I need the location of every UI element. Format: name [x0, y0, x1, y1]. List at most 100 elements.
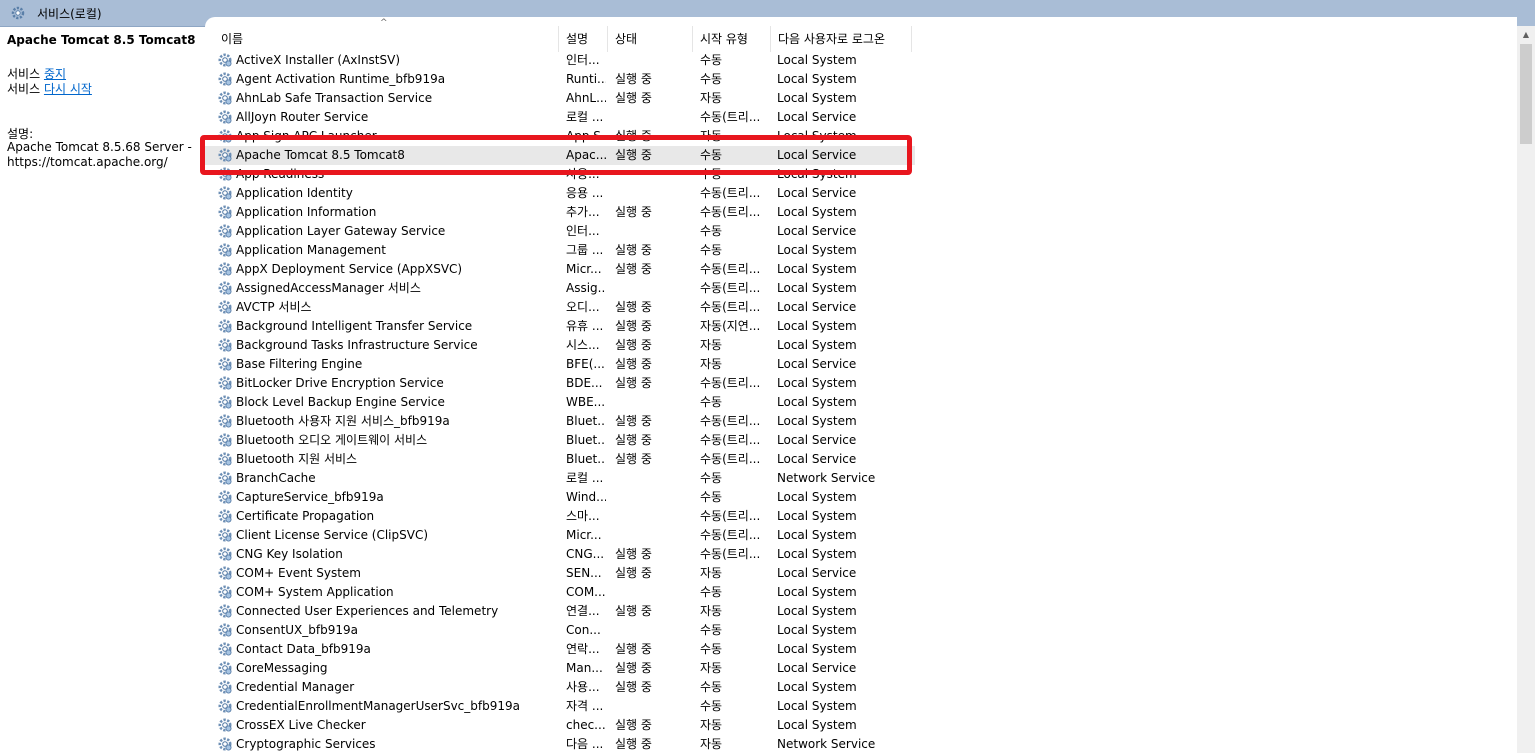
- service-name-cell: ConsentUX_bfb919a: [236, 623, 358, 637]
- table-row[interactable]: CNG Key Isolation CNG... 실행 중 수동(트리... Local…: [205, 545, 915, 564]
- service-logon-cell: Network Service: [777, 737, 876, 751]
- table-row[interactable]: Background Intelligent Transfer Service 유…: [205, 317, 915, 336]
- service-startup-cell: 수동: [700, 72, 723, 86]
- table-row[interactable]: AllJoyn Router Service 로컬 ... 수동(트리... Loca…: [205, 108, 915, 127]
- service-status-cell: [615, 165, 695, 184]
- service-logon-cell: Local System: [777, 585, 857, 599]
- table-row[interactable]: CredentialEnrollmentManagerUserSvc_bfb91…: [205, 697, 915, 716]
- gear-icon: [217, 527, 233, 543]
- table-row[interactable]: App Sign APC Launcher App S... 실행 중 자동 Local…: [205, 127, 915, 146]
- service-status-cell: 실행 중: [615, 148, 652, 162]
- table-row[interactable]: BitLocker Drive Encryption Service BDE...…: [205, 374, 915, 393]
- service-name-cell: Apache Tomcat 8.5 Tomcat8: [236, 148, 405, 162]
- table-row[interactable]: Background Tasks Infrastructure Service 시…: [205, 336, 915, 355]
- service-name-cell: AVCTP 서비스: [236, 300, 312, 314]
- service-status-cell: 실행 중: [615, 642, 652, 656]
- gear-icon: [217, 394, 233, 410]
- table-row[interactable]: AppX Deployment Service (AppXSVC) Micr...…: [205, 260, 915, 279]
- table-row[interactable]: Client License Service (ClipSVC) Micr... 수…: [205, 526, 915, 545]
- service-startup-cell: 수동: [700, 224, 723, 238]
- service-logon-cell: Local System: [777, 395, 857, 409]
- service-logon-cell: Local System: [777, 414, 857, 428]
- restart-service-link[interactable]: 다시 시작: [44, 82, 92, 96]
- service-name-cell: COM+ System Application: [236, 585, 394, 599]
- column-header-startup-type[interactable]: 시작 유형: [693, 26, 771, 52]
- service-status-cell: [615, 507, 695, 526]
- service-logon-cell: Local Service: [777, 186, 857, 200]
- column-header-status[interactable]: 상태: [608, 26, 693, 52]
- service-description-cell: 유휴 ...: [566, 319, 604, 333]
- service-name-cell: Bluetooth 지원 서비스: [236, 452, 358, 466]
- table-row[interactable]: CaptureService_bfb919a Wind... 수동 Local Sys…: [205, 488, 915, 507]
- gear-icon: [217, 603, 233, 619]
- vertical-scrollbar[interactable]: ▲: [1517, 26, 1535, 753]
- table-row[interactable]: COM+ System Application COM... 수동 Local Sys…: [205, 583, 915, 602]
- table-row[interactable]: AssignedAccessManager 서비스 Assig... 수동(트리..…: [205, 279, 915, 298]
- table-row[interactable]: Bluetooth 지원 서비스 Bluet... 실행 중 수동(트리... Loca…: [205, 450, 915, 469]
- gear-icon: [217, 337, 233, 353]
- service-name-cell: Agent Activation Runtime_bfb919a: [236, 72, 446, 86]
- gear-icon: [217, 470, 233, 486]
- service-description-cell: 사용...: [566, 167, 600, 181]
- service-description-cell: 자격 ...: [566, 699, 604, 713]
- table-row[interactable]: Block Level Backup Engine Service WBE... 수…: [205, 393, 915, 412]
- table-row[interactable]: CoreMessaging Man... 실행 중 자동 Local Service: [205, 659, 915, 678]
- service-name-cell: Background Intelligent Transfer Service: [236, 319, 473, 333]
- stop-service-link[interactable]: 중지: [44, 67, 66, 81]
- service-description-cell: 연락...: [566, 642, 600, 656]
- service-description-cell: AhnL...: [566, 91, 606, 105]
- service-description-cell: Con...: [566, 623, 601, 637]
- gear-icon: [217, 318, 233, 334]
- table-row[interactable]: Application Management 그룹 ... 실행 중 수동 Local …: [205, 241, 915, 260]
- table-row[interactable]: Certificate Propagation 스마... 수동(트리... Loca…: [205, 507, 915, 526]
- table-row[interactable]: Apache Tomcat 8.5 Tomcat8 Apac... 실행 중 수동 Lo…: [205, 146, 915, 165]
- service-status-cell: 실행 중: [615, 718, 652, 732]
- service-description-cell: Wind...: [566, 490, 606, 504]
- service-logon-cell: Local Service: [777, 300, 857, 314]
- service-status-cell: [615, 184, 695, 203]
- service-logon-cell: Local Service: [777, 661, 857, 675]
- column-header-logon-as[interactable]: 다음 사용자로 로그온: [771, 26, 912, 52]
- service-name-cell: Certificate Propagation: [236, 509, 375, 523]
- table-row[interactable]: ActiveX Installer (AxInstSV) 인터... 수동 Local…: [205, 51, 915, 70]
- table-row[interactable]: Contact Data_bfb919a 연락... 실행 중 수동 Local Sys…: [205, 640, 915, 659]
- gear-icon: [11, 6, 25, 20]
- table-row[interactable]: BranchCache 로컬 ... 수동 Network Service: [205, 469, 915, 488]
- service-name-cell: Application Identity: [236, 186, 353, 200]
- table-row[interactable]: Agent Activation Runtime_bfb919a Runti...…: [205, 70, 915, 89]
- service-startup-cell: 수동: [700, 642, 723, 656]
- service-logon-cell: Local System: [777, 129, 857, 143]
- scrollbar-thumb[interactable]: [1520, 44, 1532, 144]
- table-row[interactable]: ConsentUX_bfb919a Con... 수동 Local System: [205, 621, 915, 640]
- service-status-cell: [615, 469, 695, 488]
- table-row[interactable]: Application Identity 응용 ... 수동(트리... Local …: [205, 184, 915, 203]
- service-name-cell: Application Information: [236, 205, 377, 219]
- gear-icon: [217, 185, 233, 201]
- table-row[interactable]: AVCTP 서비스 오디... 실행 중 수동(트리... Local Service: [205, 298, 915, 317]
- service-description-cell: App S...: [566, 129, 606, 143]
- gear-icon: [217, 52, 233, 68]
- table-row[interactable]: Credential Manager 사용... 실행 중 수동 Local Syste…: [205, 678, 915, 697]
- gear-icon: [217, 223, 233, 239]
- table-row[interactable]: Application Layer Gateway Service 인터... 수동…: [205, 222, 915, 241]
- table-row[interactable]: AhnLab Safe Transaction Service AhnL... 실행…: [205, 89, 915, 108]
- column-header-name[interactable]: 이름: [214, 26, 559, 52]
- table-row[interactable]: App Readiness 사용... 수동 Local System: [205, 165, 915, 184]
- table-row[interactable]: CrossEX Live Checker chec... 실행 중 자동 Local S…: [205, 716, 915, 735]
- table-row[interactable]: Bluetooth 사용자 지원 서비스_bfb919a Bluet... 실행 중…: [205, 412, 915, 431]
- service-startup-cell: 수동(트리...: [700, 205, 761, 219]
- table-row[interactable]: Application Information 추가... 실행 중 수동(트리...…: [205, 203, 915, 222]
- service-status-cell: 실행 중: [615, 300, 652, 314]
- service-startup-cell: 자동: [700, 604, 723, 618]
- table-row[interactable]: Cryptographic Services 다음 ... 실행 중 자동 Networ…: [205, 735, 915, 753]
- table-row[interactable]: COM+ Event System SEN... 실행 중 자동 Local Servi…: [205, 564, 915, 583]
- table-row[interactable]: Bluetooth 오디오 게이트웨이 서비스 Bluet... 실행 중 수동(트리…: [205, 431, 915, 450]
- gear-icon: [217, 584, 233, 600]
- service-startup-cell: 자동(지연...: [700, 319, 761, 333]
- column-header-description[interactable]: 설명: [559, 26, 608, 52]
- service-startup-cell: 수동(트리...: [700, 452, 761, 466]
- service-startup-cell: 수동(트리...: [700, 528, 761, 542]
- table-row[interactable]: Base Filtering Engine BFE(... 실행 중 자동 Local …: [205, 355, 915, 374]
- scroll-up-icon[interactable]: ▲: [1517, 26, 1535, 43]
- table-row[interactable]: Connected User Experiences and Telemetry…: [205, 602, 915, 621]
